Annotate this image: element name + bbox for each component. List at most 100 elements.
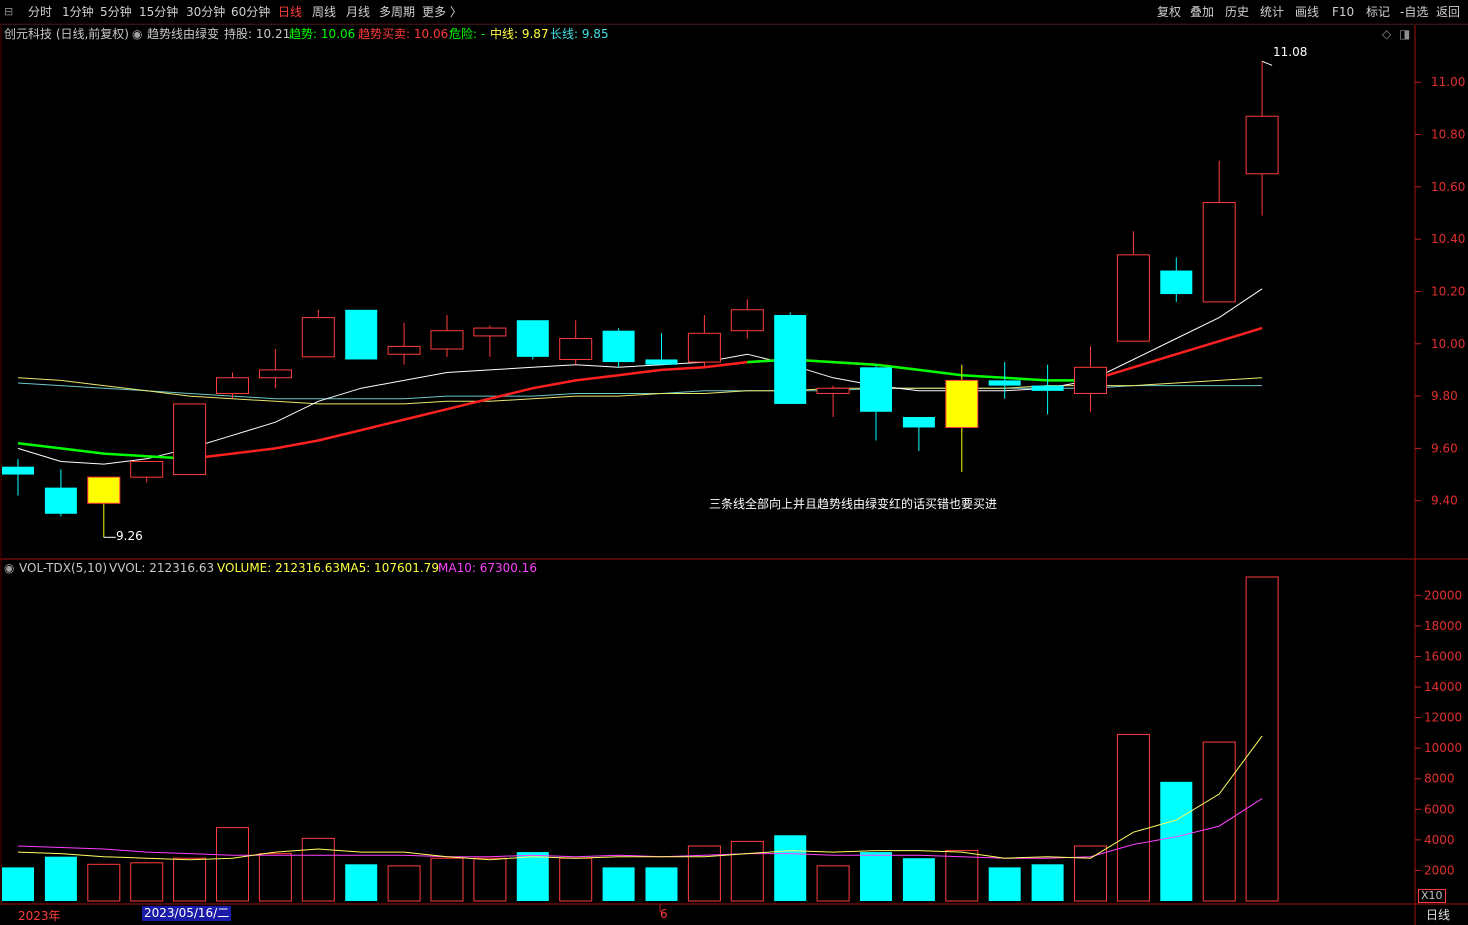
candle-body <box>559 338 593 360</box>
volume-bar <box>687 845 721 902</box>
volume-ma5-line <box>17 735 1263 861</box>
panel-icon[interactable]: ◨ <box>1399 25 1410 43</box>
vol-vvol: VVOL: 212316.63 <box>109 561 215 575</box>
volume-bar <box>1160 781 1193 901</box>
volume-tick-label: 12000 <box>1424 711 1462 725</box>
legend-trend-trade: 趋势买卖: 10.06 <box>358 27 449 41</box>
candle-body <box>687 332 721 363</box>
legend-long: 长线: 9.85 <box>550 27 609 41</box>
price-tick-label: 10.40 <box>1431 232 1465 246</box>
candle-body <box>2 466 34 475</box>
trend-line-red <box>189 358 920 461</box>
candle-body <box>387 345 421 355</box>
volume-bar <box>1074 845 1107 902</box>
volume-tick-label: 2000 <box>1424 863 1455 877</box>
price-tick-label: 11.00 <box>1431 75 1465 89</box>
legend-mid: 中线: 9.87 <box>490 27 549 41</box>
candle-body <box>945 379 979 428</box>
candle-body <box>730 309 764 332</box>
volume-bar <box>816 865 850 902</box>
candle-body <box>430 330 464 350</box>
candle-body <box>44 487 77 514</box>
price-tick-label: 10.20 <box>1431 284 1465 298</box>
legend-hold: 持股: 10.21 <box>224 27 291 41</box>
volume-bar <box>301 837 335 902</box>
volume-bar <box>559 857 593 902</box>
volume-bar <box>258 853 292 902</box>
candle-body <box>1160 270 1193 295</box>
candle-body <box>774 315 807 404</box>
volume-tick-label: 14000 <box>1424 680 1462 694</box>
volume-bar <box>1116 733 1150 902</box>
volume-bar <box>1031 864 1064 901</box>
candle-body <box>602 330 635 363</box>
volume-tick-label: 4000 <box>1424 833 1455 847</box>
volume-bar <box>988 867 1021 901</box>
high-price-label: 11.08 <box>1273 45 1308 59</box>
volume-bar <box>645 867 678 901</box>
kline-chart: 9.40 9.60 9.80 10.00 10.20 10.40 10.60 10.80 11.… <box>0 23 1468 925</box>
low-price-label: 9.26 <box>116 529 143 543</box>
candle-body <box>1031 385 1064 391</box>
volume-bar <box>1202 741 1236 902</box>
year-label: 2023年 <box>18 909 61 923</box>
candle-body <box>516 320 549 357</box>
volume-bar <box>902 858 935 901</box>
legend-trend: 趋势: 10.06 <box>289 27 356 41</box>
candle-body <box>130 460 164 478</box>
high-marker-arrow <box>1261 60 1273 66</box>
volume-tick-label: 18000 <box>1424 619 1462 633</box>
volume-bar <box>216 827 249 902</box>
volume-bar <box>87 863 121 902</box>
price-tick-label: 10.00 <box>1431 337 1465 351</box>
volume-bar <box>1245 576 1279 902</box>
candle-body <box>258 369 292 379</box>
legend-danger: 危险: - <box>449 27 486 41</box>
candle-body <box>345 309 378 360</box>
candle-body <box>816 387 850 394</box>
candle-body <box>645 359 678 365</box>
vol-volume: VOLUME: 212316.63 <box>217 561 340 575</box>
volume-bar <box>860 852 892 901</box>
vol-indicator-name[interactable]: VOL-TDX(5,10) <box>19 559 107 577</box>
volume-bar <box>945 850 979 902</box>
candle-body <box>988 380 1021 386</box>
price-tick-label: 9.80 <box>1431 389 1458 403</box>
volume-bar <box>730 840 764 902</box>
volume-bar <box>430 857 464 902</box>
volume-tick-label: 6000 <box>1424 802 1455 816</box>
cursor-date: 2023/05/16/二 <box>142 906 232 921</box>
volume-bar <box>387 865 421 902</box>
indicator-name[interactable]: 趋势线由绿变 <box>147 25 219 43</box>
volume-bar <box>516 852 549 901</box>
volume-tick-label: 20000 <box>1424 588 1462 602</box>
stock-name: 创元科技 (日线,前复权) <box>4 27 129 41</box>
volume-tick-label: 16000 <box>1424 649 1462 663</box>
vol-ma5: MA5: 107601.79 <box>340 561 439 575</box>
candle-body <box>87 476 121 504</box>
volume-bar <box>602 867 635 901</box>
price-tick-label: 10.60 <box>1431 180 1465 194</box>
volume-tick-label: 10000 <box>1424 741 1462 755</box>
price-tick-label: 9.60 <box>1431 441 1458 455</box>
candle-body <box>473 327 507 337</box>
candle-body <box>1116 254 1150 342</box>
volume-bar <box>774 835 807 901</box>
diamond-icon[interactable]: ◇ <box>1382 25 1391 43</box>
period-label[interactable]: 日线 <box>1426 906 1450 923</box>
vol-settings-icon[interactable]: ◉ <box>4 559 14 577</box>
candle-body <box>301 317 335 358</box>
price-tick-label: 9.40 <box>1431 494 1458 508</box>
volume-bar <box>173 857 207 902</box>
indicator-settings-icon[interactable]: ◉ <box>132 25 142 43</box>
volume-tick-label: 8000 <box>1424 772 1455 786</box>
candle-body <box>1202 202 1236 303</box>
candle-body <box>1074 366 1107 394</box>
candle-body <box>902 417 935 428</box>
month-label: 6 <box>660 907 668 921</box>
trend-line-red-2 <box>1090 326 1263 382</box>
volume-bar <box>2 867 34 901</box>
volume-bar <box>44 856 77 901</box>
candle-body <box>173 403 207 476</box>
candle-body <box>216 377 249 394</box>
